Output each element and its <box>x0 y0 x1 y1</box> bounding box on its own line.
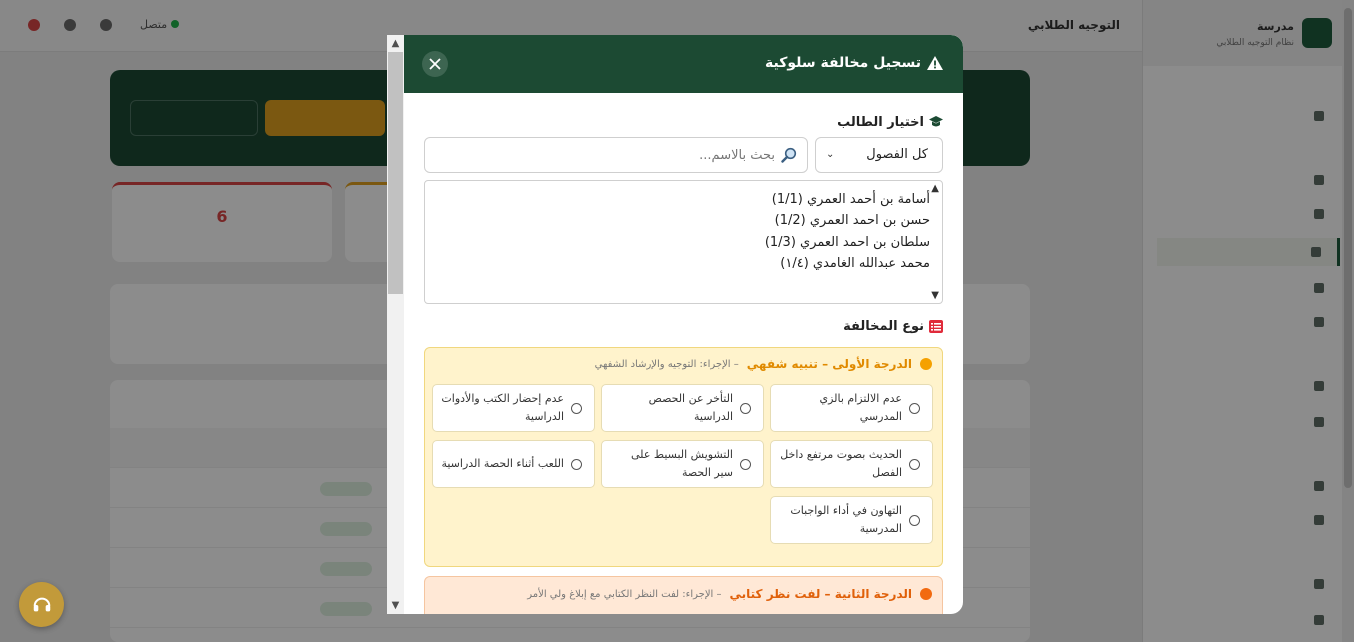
student-option[interactable]: أسامة بن أحمد العمري (1/1) <box>772 189 930 210</box>
violation-option[interactable]: الحديث بصوت مرتفع داخل الفصل <box>770 440 933 488</box>
violation-option-label: اللعب أثناء الحصة الدراسية <box>441 457 564 470</box>
violation-section-label: نوع المخالفة <box>843 319 943 334</box>
degree-two-header: الدرجة الثانية – لفت نظر كتابي – الإجراء… <box>527 587 932 601</box>
scroll-up-arrow[interactable]: ▲ <box>931 183 939 194</box>
scroll-down-arrow[interactable]: ▼ <box>931 290 939 301</box>
degree-one-title: الدرجة الأولى – تنبيه شفهي <box>746 357 912 371</box>
degree-one-header: الدرجة الأولى – تنبيه شفهي – الإجراء: ال… <box>595 357 932 371</box>
violation-option[interactable]: عدم الالتزام بالزي المدرسي <box>770 384 933 432</box>
scroll-down-arrow[interactable]: ▼ <box>387 597 404 614</box>
degree-two-dot-icon <box>920 588 932 600</box>
close-button[interactable] <box>422 51 448 77</box>
close-icon <box>429 58 441 70</box>
violation-option-label: عدم الالتزام بالزي المدرسي <box>819 392 902 423</box>
class-filter-value: كل الفصول <box>866 147 928 162</box>
student-option[interactable]: محمد عبدالله الغامدي (١/٤) <box>780 253 930 274</box>
modal-title: تسجيل مخالفة سلوكية <box>765 55 943 71</box>
violation-option-label: التهاون في أداء الواجبات المدرسية <box>790 504 902 535</box>
violation-option[interactable]: التأخر عن الحصص الدراسية <box>601 384 764 432</box>
violation-option[interactable]: التهاون في أداء الواجبات المدرسية <box>770 496 933 544</box>
violation-option-label: الحديث بصوت مرتفع داخل الفصل <box>780 448 902 479</box>
radio-button[interactable] <box>909 515 920 526</box>
modal-header: تسجيل مخالفة سلوكية <box>404 35 963 93</box>
list-icon <box>929 320 943 333</box>
student-listbox[interactable]: ▲ ▼ أسامة بن أحمد العمري (1/1) حسن بن اح… <box>424 180 943 304</box>
support-button[interactable] <box>19 582 64 627</box>
search-icon <box>781 147 797 163</box>
violation-option[interactable]: اللعب أثناء الحصة الدراسية <box>432 440 595 488</box>
chevron-down-icon: ⌄ <box>826 149 835 160</box>
radio-button[interactable] <box>909 459 920 470</box>
modal-scrollbar[interactable]: ▲ ▼ <box>387 35 404 614</box>
student-option[interactable]: حسن بن احمد العمري (1/2) <box>775 210 930 231</box>
violation-modal: ▲ ▼ تسجيل مخالفة سلوكية اختيار الطالب كل… <box>387 35 963 614</box>
modal-title-text: تسجيل مخالفة سلوكية <box>765 55 921 71</box>
degree-two-action: – الإجراء: لفت النظر الكتابي مع إبلاغ ول… <box>527 588 722 600</box>
radio-button[interactable] <box>740 459 751 470</box>
radio-button[interactable] <box>740 403 751 414</box>
violation-option-label: عدم إحضار الكتب والأدوات الدراسية <box>441 392 564 423</box>
graduation-cap-icon <box>929 116 943 127</box>
student-option[interactable]: سلطان بن احمد العمري (1/3) <box>765 232 930 253</box>
warning-icon <box>927 56 943 70</box>
modal-scrollbar-thumb[interactable] <box>388 52 403 294</box>
violation-option[interactable]: التشويش البسيط على سير الحصة <box>601 440 764 488</box>
degree-two-group: الدرجة الثانية – لفت نظر كتابي – الإجراء… <box>424 576 943 614</box>
violation-section-label-text: نوع المخالفة <box>843 319 924 334</box>
modal-dialog: تسجيل مخالفة سلوكية اختيار الطالب كل الف… <box>404 35 963 614</box>
student-search-input[interactable] <box>445 144 775 166</box>
modal-body: اختيار الطالب كل الفصول ⌄ ▲ ▼ أسامة بن أ… <box>424 93 943 614</box>
student-section-label-text: اختيار الطالب <box>837 115 924 130</box>
radio-button[interactable] <box>571 403 582 414</box>
student-search-field[interactable] <box>424 137 808 173</box>
radio-button[interactable] <box>571 459 582 470</box>
degree-two-title: الدرجة الثانية – لفت نظر كتابي <box>729 587 912 601</box>
violation-option-label: التشويش البسيط على سير الحصة <box>631 448 733 479</box>
radio-button[interactable] <box>909 403 920 414</box>
degree-one-action: – الإجراء: التوجيه والإرشاد الشفهي <box>594 358 739 370</box>
scroll-up-arrow[interactable]: ▲ <box>387 35 404 52</box>
violation-option[interactable]: عدم إحضار الكتب والأدوات الدراسية <box>432 384 595 432</box>
violation-option-label: التأخر عن الحصص الدراسية <box>648 392 733 423</box>
degree-one-dot-icon <box>920 358 932 370</box>
headset-icon <box>33 597 50 611</box>
degree-one-group: الدرجة الأولى – تنبيه شفهي – الإجراء: ال… <box>424 347 943 567</box>
class-filter-select[interactable]: كل الفصول ⌄ <box>815 137 943 173</box>
student-section-label: اختيار الطالب <box>837 115 943 130</box>
